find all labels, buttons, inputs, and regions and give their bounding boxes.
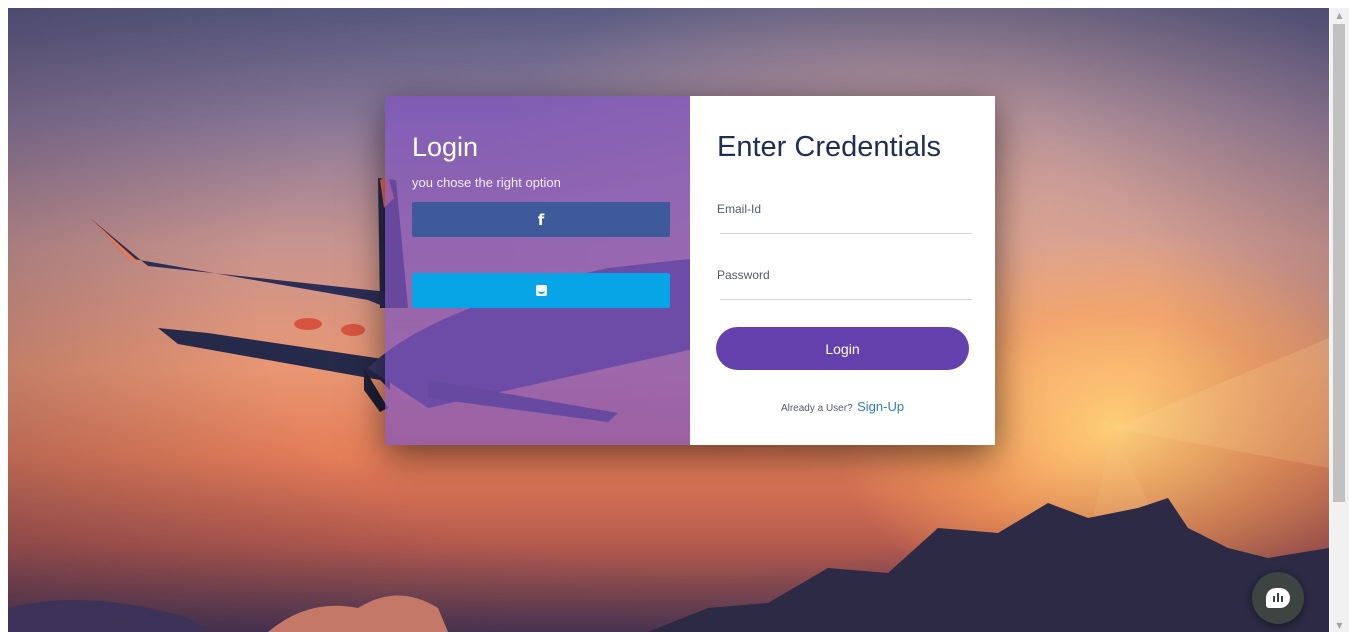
social-login-panel: Login you chose the right option f xyxy=(385,96,690,445)
password-input[interactable] xyxy=(720,277,972,300)
signup-row: Already a User? Sign-Up xyxy=(690,398,995,416)
login-card: Login you chose the right option f Enter… xyxy=(385,96,995,445)
signup-prompt: Already a User? xyxy=(780,403,853,414)
chat-widget-button[interactable] xyxy=(1252,572,1304,624)
twitter-login-button[interactable] xyxy=(412,273,670,308)
credentials-title: Enter Credentials xyxy=(717,131,942,163)
facebook-icon: f xyxy=(537,210,545,229)
panel-title: Login xyxy=(412,132,479,162)
panel-subtitle: you chose the right option xyxy=(412,175,561,190)
chat-bubble-icon xyxy=(1266,588,1290,608)
facebook-login-button[interactable]: f xyxy=(412,202,670,237)
scroll-thumb[interactable] xyxy=(1333,24,1345,502)
email-input[interactable] xyxy=(720,211,972,234)
credentials-panel: Enter Credentials Email-Id Password Logi… xyxy=(690,96,995,445)
twitter-icon xyxy=(535,285,547,296)
scroll-up-arrow-icon[interactable]: ▲ xyxy=(1330,8,1349,22)
page-viewport: Login you chose the right option f Enter… xyxy=(0,0,1349,632)
login-button[interactable]: Login xyxy=(716,327,969,370)
scroll-down-arrow-icon[interactable]: ▼ xyxy=(1330,618,1349,632)
signup-link[interactable]: Sign-Up xyxy=(857,399,904,414)
page-scrollbar[interactable]: ▲ ▼ xyxy=(1330,8,1349,632)
